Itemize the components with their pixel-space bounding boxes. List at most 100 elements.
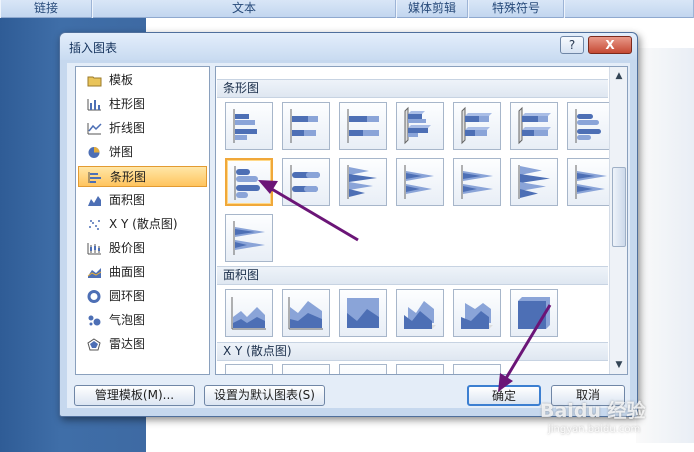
chart-type-label: 圆环图 <box>109 289 146 303</box>
section-header-area: 面积图 <box>217 266 608 285</box>
chart-type-bubble[interactable]: 气泡图 <box>78 310 207 331</box>
section-header-bar: 条形图 <box>217 79 608 98</box>
gallery-scrollbar[interactable]: ▲ ▼ <box>609 67 627 374</box>
chart-type-doughnut[interactable]: 圆环图 <box>78 286 207 307</box>
bar-subtype-3d-percent[interactable] <box>510 102 558 150</box>
chart-type-area[interactable]: 面积图 <box>78 190 207 211</box>
bar-subtype-stacked[interactable] <box>282 102 330 150</box>
watermark-url: jingyan.baidu.com <box>548 424 641 435</box>
bar-3d-clustered-icon <box>404 106 431 145</box>
chart-type-stock[interactable]: 股价图 <box>78 238 207 259</box>
bar-subtype-pyramid-clustered[interactable] <box>510 158 558 206</box>
scroll-down-icon[interactable]: ▼ <box>611 357 627 373</box>
ribbon-group-extra <box>564 0 694 18</box>
bar-pyramid-stacked-icon <box>575 165 607 199</box>
scatter-subtype-3[interactable] <box>339 364 387 374</box>
scatter-subtype-2[interactable] <box>282 364 330 374</box>
chart-type-label: 面积图 <box>109 193 146 207</box>
bar-subtype-pyramid-stacked[interactable] <box>567 158 615 206</box>
bar-cone-clustered-icon <box>347 165 377 199</box>
chart-type-templates[interactable]: 模板 <box>78 70 207 91</box>
scatter-subtype-5[interactable] <box>453 364 501 374</box>
chart-type-radar[interactable]: 雷达图 <box>78 334 207 355</box>
chart-type-list: 模板 柱形图 折线图 饼图 条形图 面积图 X Y (散点图) 股价图 曲面图 … <box>75 66 210 375</box>
bar-subtype-cone-percent[interactable] <box>453 158 501 206</box>
chart-type-line[interactable]: 折线图 <box>78 118 207 139</box>
chart-type-pie[interactable]: 饼图 <box>78 142 207 163</box>
chart-type-label: 雷达图 <box>109 337 146 351</box>
section-header-scatter: X Y (散点图) <box>217 342 608 361</box>
help-button[interactable]: ? <box>560 36 584 54</box>
chart-type-label: 股价图 <box>109 241 146 255</box>
bar-cone-stacked-icon <box>404 165 434 199</box>
pie-chart-icon <box>88 147 100 158</box>
ribbon-group-symbols[interactable]: 特殊符号 <box>468 0 564 18</box>
area-percent-icon <box>347 298 379 328</box>
area-subtype-3d[interactable] <box>396 289 444 337</box>
area-3d-stacked-icon <box>461 303 493 329</box>
area-3d-icon <box>404 301 436 329</box>
scatter-subtype-1[interactable] <box>225 364 273 374</box>
close-button[interactable]: X <box>588 36 632 54</box>
bar-subtype-pyramid-percent[interactable] <box>225 214 273 262</box>
watermark-brand: Baidu 经验 <box>540 400 646 422</box>
bar-cylinder-icon <box>575 109 601 143</box>
area-subtype-stacked[interactable] <box>282 289 330 337</box>
bar-pyramid-percent-icon <box>233 221 265 255</box>
scroll-up-icon[interactable]: ▲ <box>611 68 627 84</box>
chart-type-bar[interactable]: 条形图 <box>78 166 207 187</box>
scatter-subtype-4[interactable] <box>396 364 444 374</box>
area-subtype-3d-percent[interactable] <box>510 289 558 337</box>
chart-type-label: 曲面图 <box>109 265 146 279</box>
chart-subtype-gallery: 条形图 面积图 X Y (散点图) ▲ ▼ <box>215 66 628 375</box>
area-subtype-percent[interactable] <box>339 289 387 337</box>
ribbon-group-text[interactable]: 文本 <box>92 0 396 18</box>
chart-type-scatter[interactable]: X Y (散点图) <box>78 214 207 235</box>
stock-chart-icon <box>87 243 101 255</box>
set-default-chart-button[interactable]: 设置为默认图表(S) <box>204 385 325 406</box>
ok-button[interactable]: 确定 <box>467 385 541 406</box>
bar-clustered-icon <box>233 109 257 143</box>
dialog-body: 模板 柱形图 折线图 饼图 条形图 面积图 X Y (散点图) 股价图 曲面图 … <box>67 63 630 408</box>
bar-subtype-cylinder-clustered[interactable] <box>225 158 273 206</box>
bar-cone-percent-icon <box>461 165 493 199</box>
bar-pyramid-clustered-icon <box>518 165 550 199</box>
chart-type-label: 柱形图 <box>109 97 146 111</box>
dialog-titlebar[interactable]: 插入图表 ? X <box>60 33 637 60</box>
dialog-title: 插入图表 <box>69 41 118 55</box>
line-chart-icon <box>87 123 102 135</box>
area-3d-percent-icon <box>518 297 550 329</box>
doughnut-chart-icon <box>87 290 101 303</box>
ribbon-bar: 链接 文本 媒体剪辑 特殊符号 <box>0 0 694 18</box>
area-subtype-3d-stacked[interactable] <box>453 289 501 337</box>
bar-subtype-cylinder[interactable] <box>567 102 615 150</box>
bar-subtype-cone-stacked[interactable] <box>396 158 444 206</box>
chart-type-label: 气泡图 <box>109 313 146 327</box>
bar-percent-icon <box>347 109 379 143</box>
chart-type-surface[interactable]: 曲面图 <box>78 262 207 283</box>
insert-chart-dialog: 插入图表 ? X 模板 柱形图 折线图 饼图 条形图 面积图 X Y (散点图)… <box>59 32 638 417</box>
chart-type-label: X Y (散点图) <box>109 217 178 231</box>
ribbon-group-media[interactable]: 媒体剪辑 <box>396 0 468 18</box>
area-basic-icon <box>231 297 266 330</box>
chart-type-label: 模板 <box>109 73 134 87</box>
bar-subtype-percent[interactable] <box>339 102 387 150</box>
area-subtype-basic[interactable] <box>225 289 273 337</box>
column-chart-icon <box>87 99 101 111</box>
ribbon-group-links[interactable]: 链接 <box>0 0 92 18</box>
bar-subtype-cylinder-stacked[interactable] <box>282 158 330 206</box>
bar-3d-stacked-icon <box>461 106 492 145</box>
area-chart-icon <box>88 196 101 206</box>
bar-subtype-clustered[interactable] <box>225 102 273 150</box>
scrollbar-thumb[interactable] <box>612 167 626 247</box>
surface-chart-icon <box>87 268 102 278</box>
manage-templates-button[interactable]: 管理模板(M)... <box>74 385 195 406</box>
folder-icon <box>87 76 102 87</box>
bubble-chart-icon <box>88 315 101 326</box>
bar-chart-icon <box>88 172 101 183</box>
chart-type-column[interactable]: 柱形图 <box>78 94 207 115</box>
bar-subtype-3d-stacked[interactable] <box>453 102 501 150</box>
bar-subtype-3d-clustered[interactable] <box>396 102 444 150</box>
bar-subtype-cone-clustered[interactable] <box>339 158 387 206</box>
bar-cylinder-clustered-icon <box>234 166 260 200</box>
